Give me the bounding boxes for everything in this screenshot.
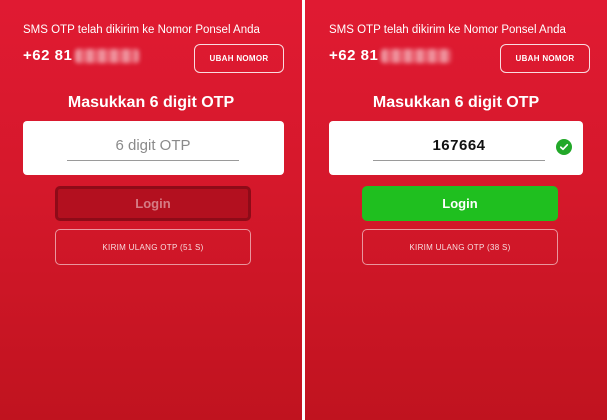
login-button[interactable]: Login xyxy=(362,186,558,221)
otp-input[interactable]: 167664 xyxy=(373,133,545,161)
change-number-button[interactable]: UBAH NOMOR xyxy=(194,44,284,73)
sms-sent-notice: SMS OTP telah dikirim ke Nomor Ponsel An… xyxy=(329,24,566,36)
otp-heading: Masukkan 6 digit OTP xyxy=(372,94,540,111)
resend-otp-button[interactable]: KIRIM ULANG OTP (51 S) xyxy=(55,229,251,265)
otp-screen-filled: SMS OTP telah dikirim ke Nomor Ponsel An… xyxy=(305,0,607,420)
resend-otp-button[interactable]: KIRIM ULANG OTP (38 S) xyxy=(362,229,558,265)
phone-number-redacted xyxy=(75,49,140,64)
login-button[interactable]: Login xyxy=(55,186,251,221)
otp-value: 167664 xyxy=(432,137,486,154)
phone-number: +62 81 xyxy=(23,47,140,64)
check-circle-icon xyxy=(556,139,572,155)
phone-prefix: +62 81 xyxy=(329,47,379,64)
otp-heading: Masukkan 6 digit OTP xyxy=(67,94,235,111)
phone-number: +62 81 xyxy=(329,47,452,64)
phone-number-redacted xyxy=(381,49,452,64)
otp-screen-empty: SMS OTP telah dikirim ke Nomor Ponsel An… xyxy=(0,0,302,420)
screenshot: SMS OTP telah dikirim ke Nomor Ponsel An… xyxy=(0,0,607,420)
otp-placeholder: 6 digit OTP xyxy=(115,137,191,154)
otp-input-field[interactable]: 6 digit OTP xyxy=(23,121,284,175)
change-number-button[interactable]: UBAH NOMOR xyxy=(500,44,590,73)
phone-prefix: +62 81 xyxy=(23,47,73,64)
otp-input[interactable]: 6 digit OTP xyxy=(67,133,239,161)
otp-input-field[interactable]: 167664 xyxy=(329,121,583,175)
sms-sent-notice: SMS OTP telah dikirim ke Nomor Ponsel An… xyxy=(23,24,260,36)
